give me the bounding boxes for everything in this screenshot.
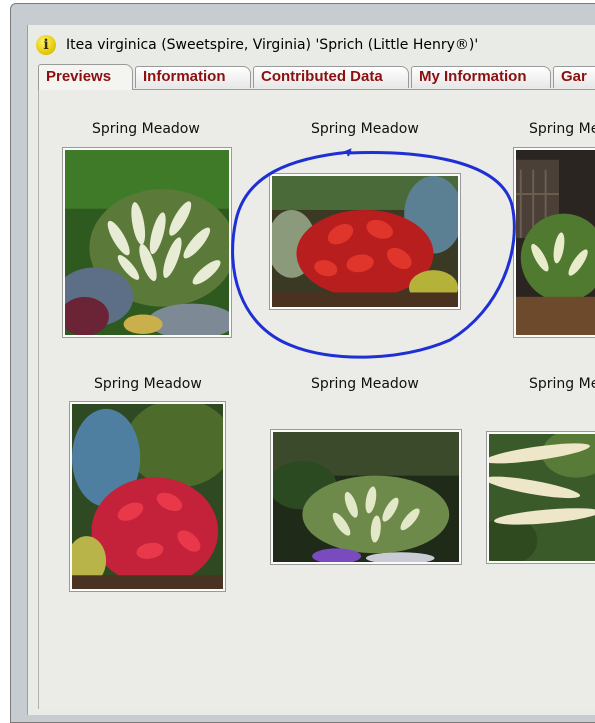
window-title: Itea virginica (Sweetspire, Virginia) 'S… xyxy=(66,37,479,53)
preview-caption: Spring Meadow xyxy=(92,121,200,137)
preview-thumbnail-white-shrub[interactable] xyxy=(63,148,231,337)
preview-thumbnail-red-blue[interactable] xyxy=(70,402,225,591)
preview-thumbnail-white-mound[interactable] xyxy=(271,430,461,564)
preview-thumbnail-raceme-closeup[interactable] xyxy=(487,432,595,563)
preview-caption: Spring Meadow xyxy=(311,121,419,137)
tab-information[interactable]: Information xyxy=(135,66,251,88)
preview-caption: Spring Meadow xyxy=(94,376,202,392)
preview-thumbnail-red-shrub[interactable] xyxy=(270,174,460,309)
preview-caption: Spring Me xyxy=(529,121,595,137)
preview-caption: Spring Me xyxy=(529,376,595,392)
tab-my-information[interactable]: My Information xyxy=(411,66,551,88)
preview-caption: Spring Meadow xyxy=(311,376,419,392)
title-bar: i Itea virginica (Sweetspire, Virginia) … xyxy=(36,35,595,57)
tab-contributed-data[interactable]: Contributed Data xyxy=(253,66,409,88)
preview-thumbnail-shed-shrub[interactable] xyxy=(514,148,595,337)
info-icon: i xyxy=(36,35,56,55)
tab-garden[interactable]: Gar xyxy=(553,66,595,88)
tab-strip: Previews Information Contributed Data My… xyxy=(38,64,595,90)
tab-previews[interactable]: Previews xyxy=(38,64,133,90)
